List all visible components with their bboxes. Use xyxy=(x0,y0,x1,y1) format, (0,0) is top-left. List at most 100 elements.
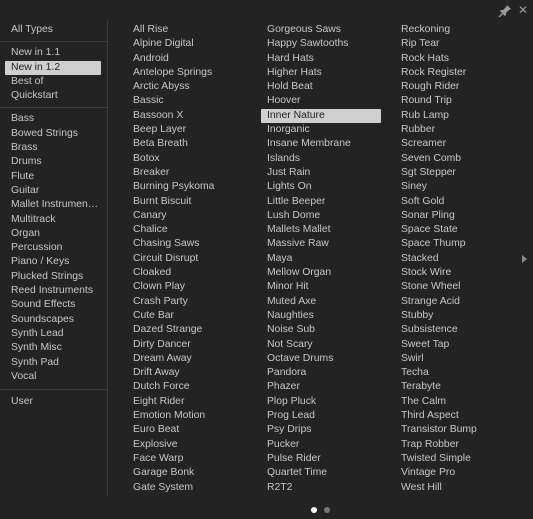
preset-item[interactable]: Sweet Tap xyxy=(395,338,521,352)
sidebar-item-quickstart[interactable]: Quickstart xyxy=(5,89,101,103)
preset-item[interactable]: Lights On xyxy=(261,180,387,194)
preset-item[interactable]: Phazer xyxy=(261,380,387,394)
preset-item[interactable]: Rub Lamp xyxy=(395,109,521,123)
preset-item[interactable]: Octave Drums xyxy=(261,352,387,366)
page-dot-1[interactable] xyxy=(311,507,317,513)
sidebar-item-plucked-strings[interactable]: Plucked Strings xyxy=(5,270,101,284)
preset-item[interactable]: Seven Comb xyxy=(395,152,521,166)
preset-item[interactable]: Sgt Stepper xyxy=(395,166,521,180)
preset-item[interactable]: Minor Hit xyxy=(261,280,387,294)
preset-item[interactable]: Beep Layer xyxy=(127,123,253,137)
preset-item[interactable]: Crash Party xyxy=(127,295,253,309)
preset-item[interactable]: Techa xyxy=(395,366,521,380)
preset-item[interactable]: Reckoning xyxy=(395,23,521,37)
sidebar-item-best-of[interactable]: Best of xyxy=(5,75,101,89)
sidebar-item-drums[interactable]: Drums xyxy=(5,155,101,169)
preset-item[interactable]: Transistor Bump xyxy=(395,423,521,437)
preset-item[interactable]: Rock Hats xyxy=(395,52,521,66)
preset-item[interactable]: Bassoon X xyxy=(127,109,253,123)
preset-item[interactable]: Burnt Biscuit xyxy=(127,195,253,209)
sidebar-item-organ[interactable]: Organ xyxy=(5,227,101,241)
sidebar-item-multitrack[interactable]: Multitrack xyxy=(5,213,101,227)
preset-item[interactable]: Rip Tear xyxy=(395,37,521,51)
preset-item[interactable]: Alpine Digital xyxy=(127,37,253,51)
preset-item[interactable]: Pucker xyxy=(261,438,387,452)
preset-item[interactable]: Pulse Rider xyxy=(261,452,387,466)
preset-item[interactable]: Screamer xyxy=(395,137,521,151)
preset-item[interactable]: Psy Drips xyxy=(261,423,387,437)
preset-item[interactable]: Third Aspect xyxy=(395,409,521,423)
preset-item[interactable]: Hard Hats xyxy=(261,52,387,66)
preset-item[interactable]: Garage Bonk xyxy=(127,466,253,480)
preset-item[interactable]: Emotion Motion xyxy=(127,409,253,423)
preset-item[interactable]: Hoover xyxy=(261,94,387,108)
sidebar-item-percussion[interactable]: Percussion xyxy=(5,241,101,255)
preset-item[interactable]: Eight Rider xyxy=(127,395,253,409)
sidebar-item-new-in-1-1[interactable]: New in 1.1 xyxy=(5,46,101,60)
sidebar-item-reed-instruments[interactable]: Reed Instruments xyxy=(5,284,101,298)
sidebar-item-bass[interactable]: Bass xyxy=(5,112,101,126)
chevron-right-icon[interactable] xyxy=(522,255,527,263)
preset-item[interactable]: Dutch Force xyxy=(127,380,253,394)
preset-item[interactable]: Vintage Pro xyxy=(395,466,521,480)
sidebar-item-soundscapes[interactable]: Soundscapes xyxy=(5,313,101,327)
preset-item[interactable]: Twisted Simple xyxy=(395,452,521,466)
sidebar-item-mallet-instrumen[interactable]: Mallet Instrumen… xyxy=(5,198,101,212)
sidebar-item-user[interactable]: User xyxy=(5,395,101,409)
preset-item[interactable]: Strange Acid xyxy=(395,295,521,309)
preset-item[interactable]: Dream Away xyxy=(127,352,253,366)
preset-item[interactable]: Swirl xyxy=(395,352,521,366)
page-dot-2[interactable] xyxy=(324,507,330,513)
preset-item[interactable]: Beta Breath xyxy=(127,137,253,151)
preset-item[interactable]: Insane Membrane xyxy=(261,137,387,151)
preset-item[interactable]: Gorgeous Saws xyxy=(261,23,387,37)
preset-item[interactable]: Islands xyxy=(261,152,387,166)
preset-item[interactable]: Face Warp xyxy=(127,452,253,466)
preset-item[interactable]: Chalice xyxy=(127,223,253,237)
pin-icon[interactable] xyxy=(498,4,512,18)
preset-item[interactable]: Dirty Dancer xyxy=(127,338,253,352)
preset-item[interactable]: Arctic Abyss xyxy=(127,80,253,94)
sidebar-item-bowed-strings[interactable]: Bowed Strings xyxy=(5,127,101,141)
preset-item[interactable]: Antelope Springs xyxy=(127,66,253,80)
sidebar-item-synth-pad[interactable]: Synth Pad xyxy=(5,356,101,370)
preset-item[interactable]: Stone Wheel xyxy=(395,280,521,294)
preset-item[interactable]: Inorganic xyxy=(261,123,387,137)
preset-item[interactable]: Rubber xyxy=(395,123,521,137)
preset-item[interactable]: Massive Raw xyxy=(261,237,387,251)
preset-item[interactable]: Plop Pluck xyxy=(261,395,387,409)
preset-item[interactable]: Bassic xyxy=(127,94,253,108)
preset-item[interactable]: Quartet Time xyxy=(261,466,387,480)
preset-item[interactable]: Stubby xyxy=(395,309,521,323)
preset-item[interactable]: Mellow Organ xyxy=(261,266,387,280)
preset-item[interactable]: Soft Gold xyxy=(395,195,521,209)
sidebar-item-synth-misc[interactable]: Synth Misc xyxy=(5,341,101,355)
preset-item[interactable]: Muted Axe xyxy=(261,295,387,309)
preset-item[interactable]: Noise Sub xyxy=(261,323,387,337)
preset-item[interactable]: All Rise xyxy=(127,23,253,37)
preset-item[interactable]: Stacked xyxy=(395,252,521,266)
preset-item[interactable]: Dazed Strange xyxy=(127,323,253,337)
preset-item[interactable]: Cloaked xyxy=(127,266,253,280)
preset-item[interactable]: Round Trip xyxy=(395,94,521,108)
preset-item[interactable]: Rough Rider xyxy=(395,80,521,94)
preset-item[interactable]: Just Rain xyxy=(261,166,387,180)
preset-item[interactable]: Trap Robber xyxy=(395,438,521,452)
preset-item[interactable]: Space State xyxy=(395,223,521,237)
sidebar-item-synth-lead[interactable]: Synth Lead xyxy=(5,327,101,341)
preset-item[interactable]: Rock Register xyxy=(395,66,521,80)
preset-item[interactable]: Terabyte xyxy=(395,380,521,394)
preset-item[interactable]: Siney xyxy=(395,180,521,194)
preset-item[interactable]: Canary xyxy=(127,209,253,223)
close-icon[interactable]: ✕ xyxy=(517,3,529,17)
preset-item[interactable]: Little Beeper xyxy=(261,195,387,209)
preset-item[interactable]: Breaker xyxy=(127,166,253,180)
preset-item[interactable]: Cute Bar xyxy=(127,309,253,323)
preset-item[interactable]: Naughties xyxy=(261,309,387,323)
preset-item[interactable]: West Hill xyxy=(395,481,521,495)
preset-item[interactable]: Higher Hats xyxy=(261,66,387,80)
preset-item[interactable]: Maya xyxy=(261,252,387,266)
preset-item[interactable]: Lush Dome xyxy=(261,209,387,223)
preset-item[interactable]: The Calm xyxy=(395,395,521,409)
sidebar-item-piano-keys[interactable]: Piano / Keys xyxy=(5,255,101,269)
